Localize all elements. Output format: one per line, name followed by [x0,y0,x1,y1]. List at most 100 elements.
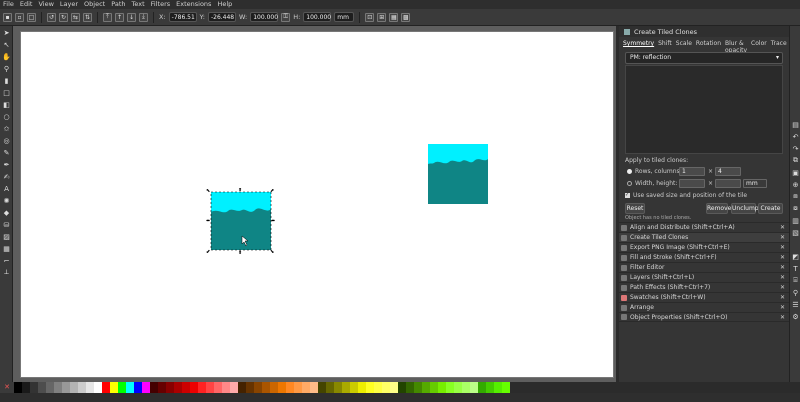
dock-path-effects[interactable]: Path Effects (Shift+Ctrl+7) ✕ [619,282,789,292]
y-input[interactable]: -26.448 [207,12,236,22]
3d-box-tool-icon[interactable]: ◧ [2,100,11,109]
close-icon[interactable]: ✕ [780,234,785,241]
tab-trace[interactable]: Trace [771,40,787,50]
preferences-icon[interactable]: ⚙ [791,312,800,321]
unit-select[interactable]: mm [743,179,767,188]
radio-checked-icon[interactable] [627,169,632,174]
lower-icon[interactable]: ↓ [127,12,136,22]
menu-text[interactable]: Text [132,0,145,9]
measure-tool-icon[interactable]: ▮ [2,76,11,85]
paint-bucket-tool-icon[interactable]: ⛁ [2,220,11,229]
height-input[interactable]: 100.000 [303,12,332,22]
canvas-area[interactable]: ⬉ ⬍ ⬈ ⬌ ⬌ ⬋ ⬍ ⬊ [13,26,616,382]
close-icon[interactable]: ✕ [780,294,785,301]
menu-object[interactable]: Object [84,0,105,9]
x-input[interactable]: -786.51 [168,12,197,22]
tweak-tool-icon[interactable]: ✋ [2,52,11,61]
text-font-icon[interactable]: T [791,264,800,273]
transform-gradient-icon[interactable]: ▦ [389,12,399,22]
transform-pattern-icon[interactable]: ▩ [401,12,411,22]
menu-edit[interactable]: Edit [20,0,33,9]
ungroup-icon[interactable]: ▧ [791,228,800,237]
zoom-fit-icon[interactable]: ⊕ [791,180,800,189]
dock-arrange[interactable]: Arrange ✕ [619,302,789,312]
star-tool-icon[interactable]: ✩ [2,124,11,133]
rotate-ccw-icon[interactable]: ↺ [47,12,56,22]
mesh-tool-icon[interactable]: ▦ [2,244,11,253]
close-icon[interactable]: ✕ [780,244,785,251]
tab-blur-opacity[interactable]: Blur & opacity [725,40,747,54]
tab-scale[interactable]: Scale [676,40,692,50]
find-icon[interactable]: ⚲ [791,288,800,297]
columns-input[interactable]: 4 [715,167,741,176]
dock-align-distribute[interactable]: Align and Distribute (Shift+Ctrl+A) ✕ [619,222,789,232]
close-icon[interactable]: ✕ [780,274,785,281]
width-input[interactable] [679,179,705,188]
close-icon[interactable]: ✕ [780,264,785,271]
close-icon[interactable]: ✕ [780,314,785,321]
flip-vertical-icon[interactable]: ⇅ [83,12,92,22]
undo-icon[interactable]: ↶ [791,132,800,141]
color-palette[interactable]: ✕ [0,382,800,393]
lower-to-bottom-icon[interactable]: ⤓ [139,12,148,22]
group-icon[interactable]: ▥ [791,216,800,225]
duplicate-icon[interactable]: ⧈ [791,192,800,201]
menu-path[interactable]: Path [111,0,125,9]
tab-symmetry[interactable]: Symmetry [623,40,654,50]
zoom-tool-icon[interactable]: ⚲ [2,64,11,73]
document-properties-icon[interactable]: ▤ [791,120,800,129]
tab-rotation[interactable]: Rotation [696,40,721,50]
eraser-tool-icon[interactable]: ◆ [2,208,11,217]
spray-tool-icon[interactable]: ✺ [2,196,11,205]
dock-filter-editor[interactable]: Filter Editor ✕ [619,262,789,272]
menu-view[interactable]: View [38,0,53,9]
tile-object-copy[interactable] [428,144,488,204]
menu-layer[interactable]: Layer [60,0,78,9]
calligraphy-tool-icon[interactable]: ✍ [2,172,11,181]
pen-tool-icon[interactable]: ✒ [2,160,11,169]
copy-icon[interactable]: ⧉ [791,156,800,165]
scale-stroke-icon[interactable]: ⊡ [365,12,375,22]
tab-shift[interactable]: Shift [658,40,672,50]
raise-to-top-icon[interactable]: ⤒ [103,12,112,22]
width-input[interactable]: 100.000 [250,12,279,22]
select-all-icon[interactable]: ▪ [3,12,12,22]
connector-tool-icon[interactable]: ⟂ [2,268,11,277]
tab-color[interactable]: Color [751,40,767,50]
fill-stroke-icon[interactable]: ◩ [791,252,800,261]
menu-filters[interactable]: Filters [151,0,170,9]
unclump-button[interactable]: Unclump [731,203,759,214]
symmetry-select[interactable]: PM: reflection ▾ [625,52,783,64]
remove-button[interactable]: Remove [706,203,731,214]
lock-icon[interactable]: ⚿ [281,12,291,22]
create-button[interactable]: Create [758,203,783,214]
close-icon[interactable]: ✕ [780,284,785,291]
rows-input[interactable]: 1 [679,167,705,176]
checkbox-checked-icon[interactable]: ✓ [625,193,630,198]
clone-icon[interactable]: ⧇ [791,204,800,213]
selected-tile-object[interactable]: ⬉ ⬍ ⬈ ⬌ ⬌ ⬋ ⬍ ⬊ [206,188,276,254]
scale-corners-icon[interactable]: ⊞ [377,12,387,22]
dock-layers[interactable]: Layers (Shift+Ctrl+L) ✕ [619,272,789,282]
radio-unchecked-icon[interactable] [627,181,632,186]
xml-editor-icon[interactable]: ⌸ [791,276,800,285]
spiral-tool-icon[interactable]: ◎ [2,136,11,145]
height-input[interactable] [715,179,741,188]
menu-file[interactable]: File [3,0,14,9]
text-tool-icon[interactable]: A [2,184,11,193]
close-icon[interactable]: ✕ [780,224,785,231]
redo-icon[interactable]: ↷ [791,144,800,153]
menu-help[interactable]: Help [217,0,232,9]
deselect-icon[interactable]: □ [27,12,36,22]
dock-object-properties[interactable]: Object Properties (Shift+Ctrl+O) ✕ [619,312,789,322]
flip-horizontal-icon[interactable]: ⇆ [71,12,80,22]
pencil-tool-icon[interactable]: ✎ [2,148,11,157]
dock-swatches[interactable]: Swatches (Shift+Ctrl+W) ✕ [619,292,789,302]
align-icon[interactable]: ☰ [791,300,800,309]
close-icon[interactable]: ✕ [780,254,785,261]
rectangle-tool-icon[interactable]: □ [2,88,11,97]
document-page[interactable]: ⬉ ⬍ ⬈ ⬌ ⬌ ⬋ ⬍ ⬊ [20,31,614,378]
dock-export-png[interactable]: Export PNG Image (Shift+Ctrl+E) ✕ [619,242,789,252]
no-paint-icon[interactable]: ✕ [0,382,14,393]
node-tool-icon[interactable]: ↖ [2,40,11,49]
